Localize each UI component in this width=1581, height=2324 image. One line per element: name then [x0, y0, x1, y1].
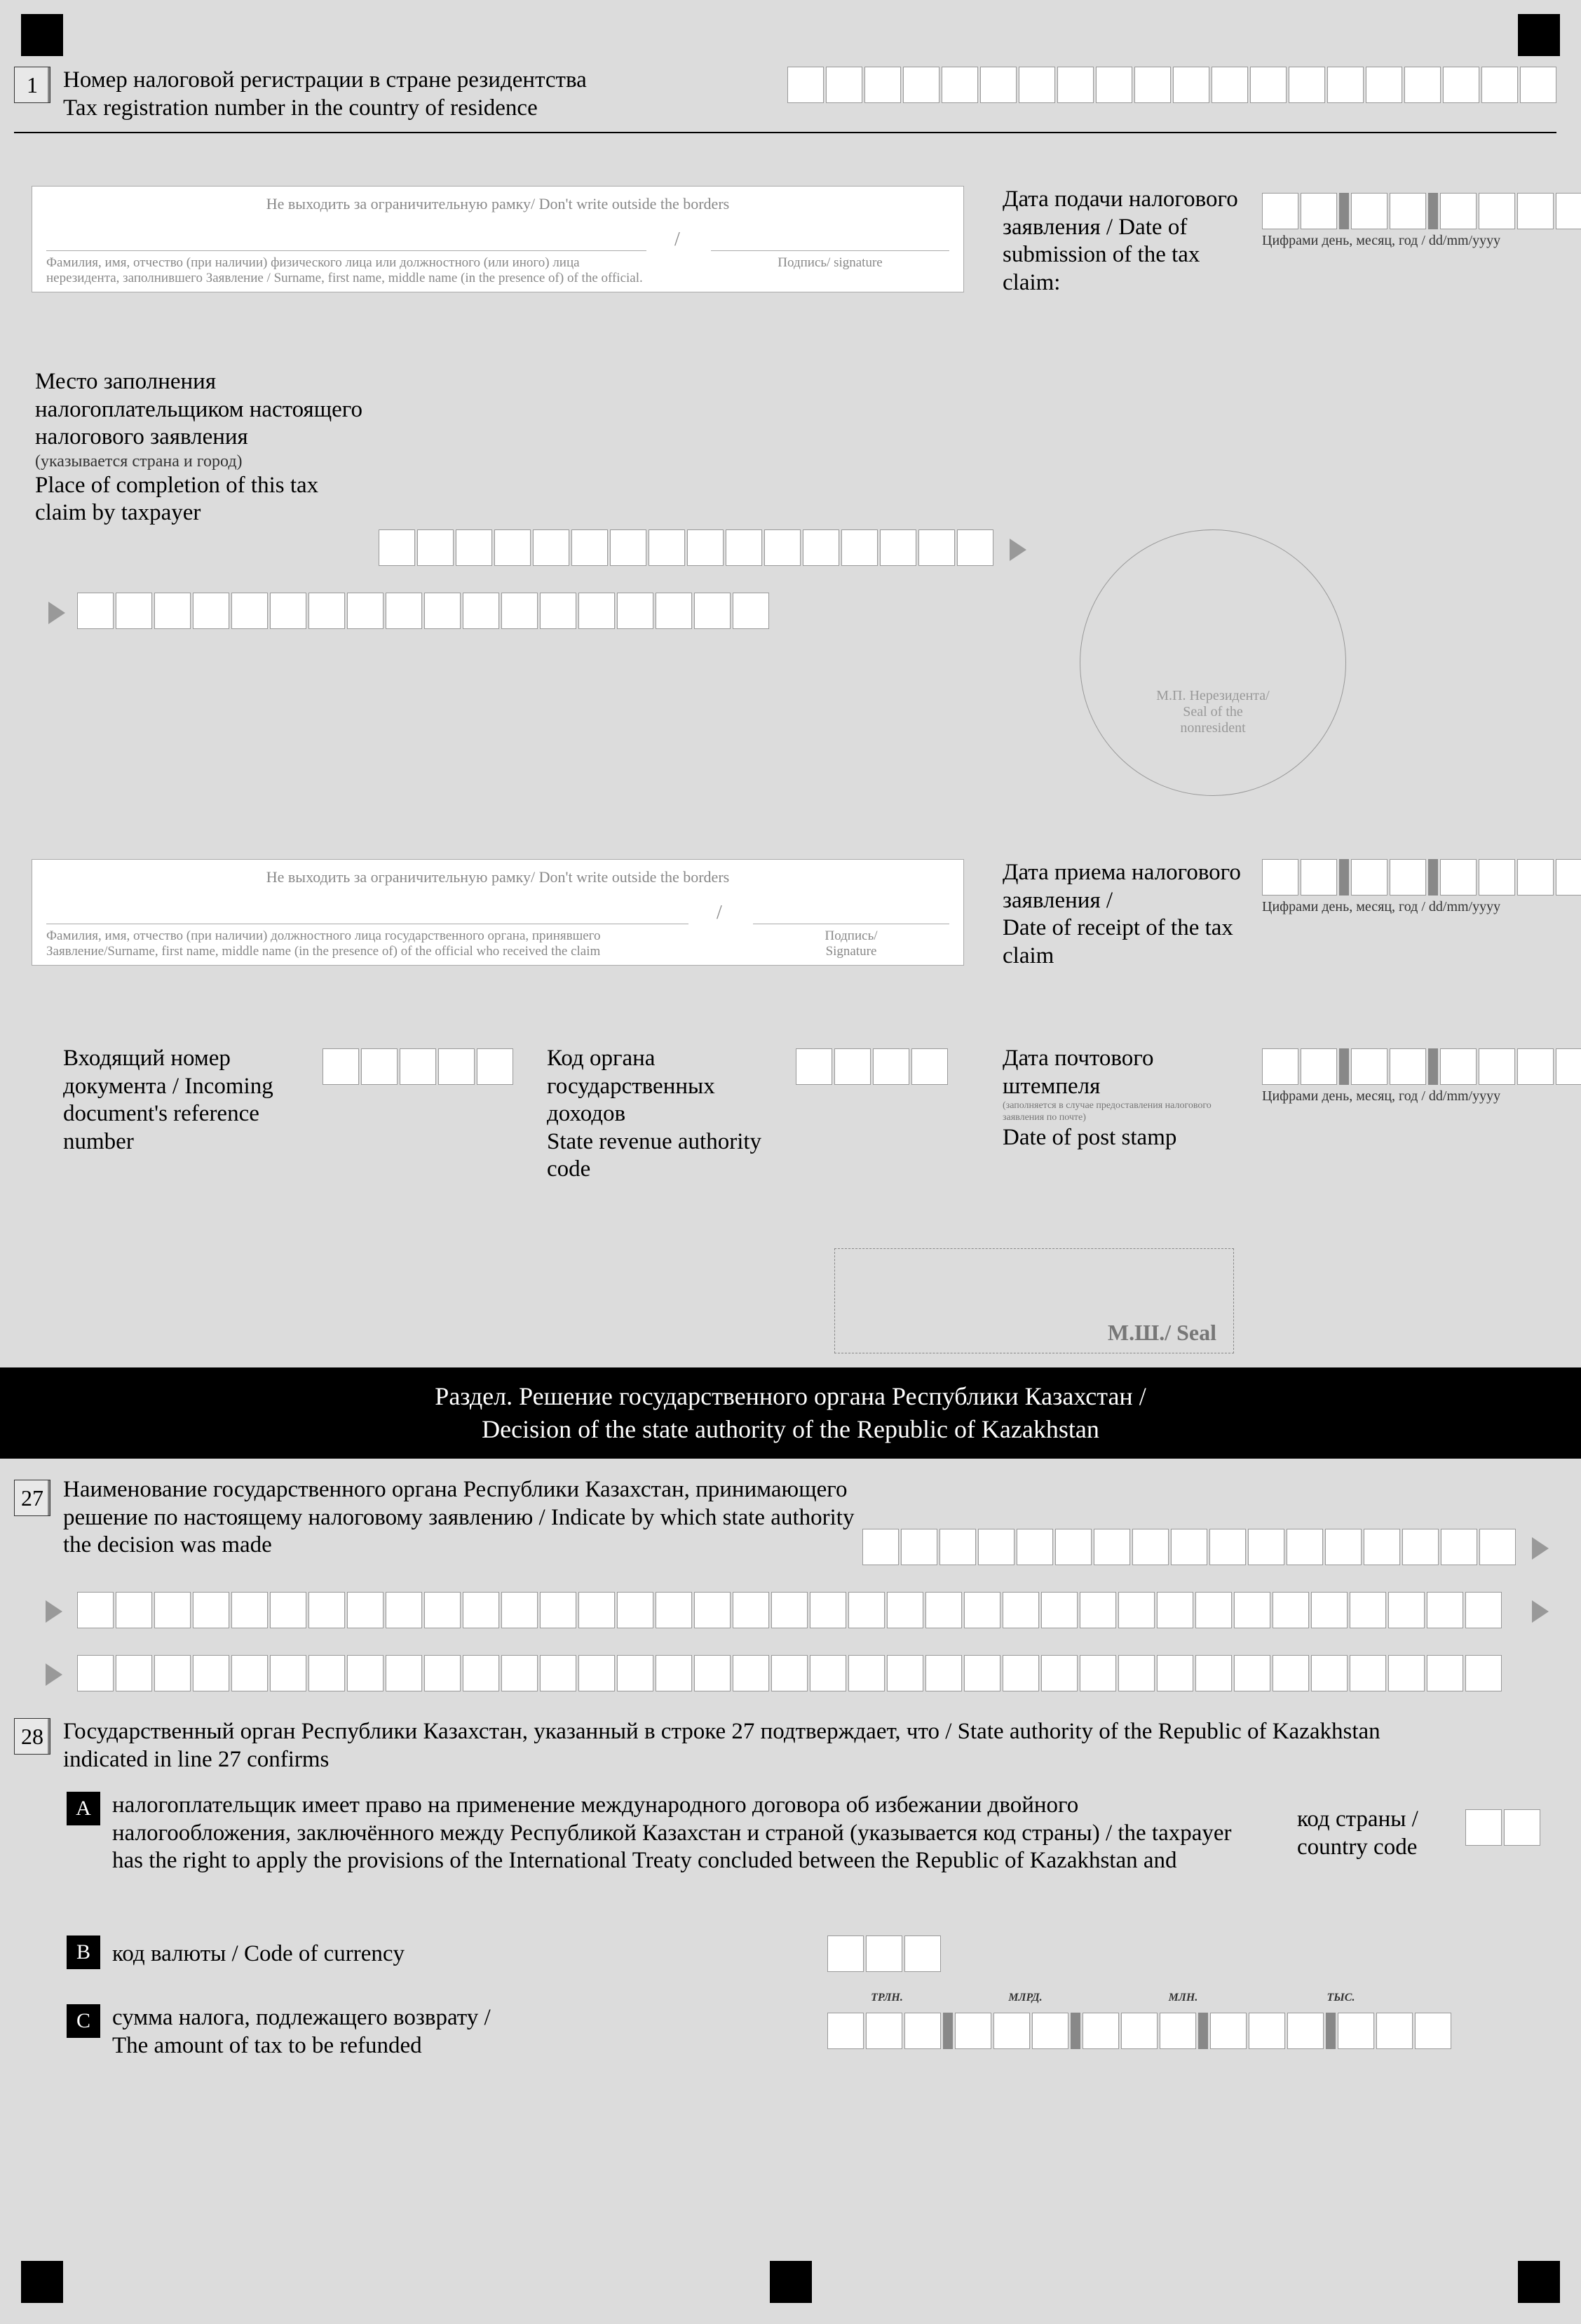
date-submit-cells[interactable]: [1262, 193, 1581, 229]
nonresident-seal-circle: М.П. Нерезидента/ Seal of the nonresiden…: [1080, 529, 1346, 796]
section1-title-en: Tax registration number in the country o…: [63, 95, 708, 123]
section-number-27: 27: [14, 1480, 50, 1516]
signature-box-applicant: Не выходить за ограничительную рамку/ Do…: [32, 186, 964, 292]
s27-cells-row3[interactable]: [77, 1655, 1502, 1691]
s28-label: Государственный орган Республики Казахст…: [63, 1718, 1465, 1774]
continue-arrow-icon: [48, 602, 65, 624]
date-receipt-label: Дата приема налогового заявления / Date …: [1003, 859, 1241, 970]
date-receipt-cells[interactable]: [1262, 859, 1581, 896]
corner-marker: [21, 14, 63, 56]
date-receipt-hint: Цифрами день, месяц, год / dd/mm/yyyy: [1262, 899, 1581, 915]
place-cells-row1[interactable]: [379, 529, 993, 566]
s28-c-text: сумма налога, подлежащего возврату / The…: [112, 2004, 743, 2060]
poststamp-hint: Цифрами день, месяц, год / dd/mm/yyyy: [1262, 1088, 1581, 1104]
place-label: Место заполнения налогоплательщиком наст…: [35, 368, 365, 527]
refund-amount-cells[interactable]: [827, 2013, 1451, 2049]
revenue-code-label: Код органа государственных доходов State…: [547, 1045, 785, 1184]
s27-cells-row1[interactable]: [862, 1529, 1516, 1565]
sig1-desc: Фамилия, имя, отчество (при наличии) физ…: [46, 251, 646, 286]
corner-marker: [1518, 14, 1560, 56]
s28-b-text: код валюты / Code of currency: [112, 1940, 743, 1968]
s27-label: Наименование государственного органа Рес…: [63, 1476, 855, 1560]
date-submit-label: Дата подачи налогового заявления / Date …: [1003, 186, 1241, 297]
signature-box-official: Не выходить за ограничительную рамку/ Do…: [32, 859, 964, 966]
section-number: 1: [14, 67, 50, 103]
bottom-center-marker: [770, 2261, 812, 2303]
sig1-signature-label: Подпись/ signature: [711, 251, 949, 271]
corner-marker: [1518, 2261, 1560, 2303]
border-hint: Не выходить за ограничительную рамку/ Do…: [46, 868, 949, 892]
s27-cells-row2[interactable]: [77, 1592, 1502, 1628]
incoming-cells[interactable]: [323, 1048, 513, 1085]
section-number-28: 28: [14, 1718, 50, 1755]
section1-title-ru: Номер налоговой регистрации в стране рез…: [63, 67, 708, 95]
continue-arrow-icon: [46, 1663, 62, 1686]
currency-code-cells[interactable]: [827, 1935, 941, 1972]
country-code-cells[interactable]: [1465, 1809, 1540, 1846]
continue-arrow-icon: [1532, 1537, 1549, 1560]
date-submit-hint: Цифрами день, месяц, год / dd/mm/yyyy: [1262, 233, 1581, 249]
sig2-desc: Фамилия, имя, отчество (при наличии) дол…: [46, 924, 688, 959]
sub-a-marker: A: [67, 1792, 100, 1825]
incoming-label: Входящий номер документа / Incoming docu…: [63, 1045, 308, 1156]
seal-label: М.Ш./ Seal: [1108, 1320, 1216, 1346]
border-hint: Не выходить за ограничительную рамку/ Do…: [46, 195, 949, 219]
sig2-signature-label: Подпись/ Signature: [753, 924, 949, 959]
money-scale-labels: ТРЛН. МЛРД. МЛН. ТЫС.: [827, 1992, 1420, 2004]
s28-a-text: налогоплательщик имеет право на применен…: [112, 1792, 1262, 1875]
poststamp-cells[interactable]: [1262, 1048, 1581, 1085]
continue-arrow-icon: [46, 1600, 62, 1623]
sub-c-marker: C: [67, 2004, 100, 2038]
poststamp-label: Дата почтового штемпеля (заполняется в с…: [1003, 1045, 1234, 1151]
continue-arrow-icon: [1532, 1600, 1549, 1623]
sub-b-marker: B: [67, 1935, 100, 1969]
country-code-label: код страны / country code: [1297, 1806, 1451, 1861]
revenue-code-cells[interactable]: [796, 1048, 948, 1085]
tax-reg-number-cells[interactable]: [787, 67, 1556, 103]
continue-arrow-icon: [1010, 539, 1026, 561]
seal-box: М.Ш./ Seal: [834, 1248, 1234, 1353]
corner-marker: [21, 2261, 63, 2303]
place-cells-row2[interactable]: [77, 593, 769, 629]
section-header-bar: Раздел. Решение государственного органа …: [0, 1367, 1581, 1459]
